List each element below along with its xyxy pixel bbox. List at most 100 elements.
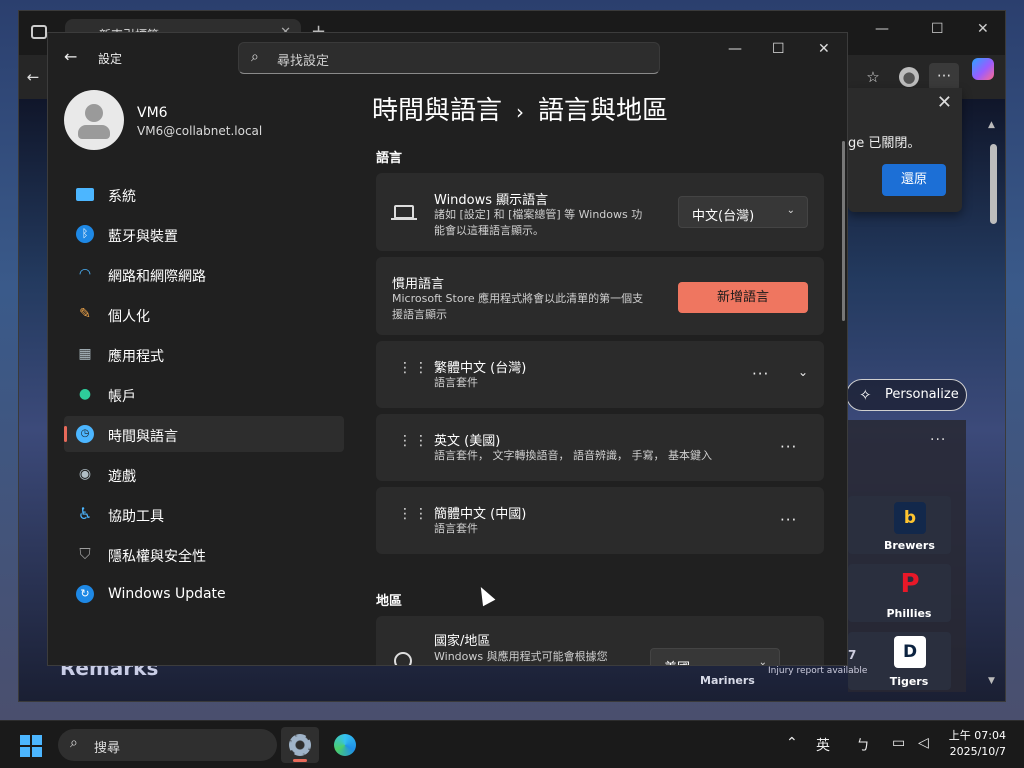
taskbar-settings-app[interactable] [281,727,319,763]
sidebar-item-bluetooth[interactable]: ᛒ 藍牙與裝置 [64,216,344,252]
language-item[interactable]: ⋮⋮ 繁體中文 (台灣) 語言套件 ··· ⌄ [376,341,824,408]
sports-more-icon[interactable]: ··· [930,432,946,448]
drag-handle-icon[interactable]: ⋮⋮ [398,361,428,383]
more-options-icon[interactable]: ··· [929,63,959,91]
preferred-languages-title: 慣用語言 [392,277,445,292]
language-features: 語言套件 [434,376,478,389]
sidebar-toggle-icon[interactable] [31,25,47,39]
tigers-logo-icon: D [894,636,926,668]
display-language-select[interactable]: 中文(台灣) ⌄ [678,196,808,228]
browser-close-icon[interactable]: ✕ [977,21,989,37]
country-region-title: 國家/地區 [434,634,491,649]
page-title: 語言與地區 [538,96,669,126]
language-item[interactable]: ⋮⋮ 簡體中文 (中國) 語言套件 ··· [376,487,824,554]
ime-mode-icon[interactable]: ㄅ [856,735,870,755]
maximize-icon[interactable]: ☐ [772,41,785,57]
sidebar-item-system[interactable]: 系統 [64,176,344,212]
country-region-select[interactable]: 美國 ⌄ [650,648,780,665]
chevron-down-icon: ⌄ [786,205,795,216]
brewers-logo-icon: b [894,502,926,534]
popup-text: ge 已關閉。 [848,136,921,151]
language-features: 語言套件 [434,522,478,535]
system-icon [76,188,94,201]
gear-icon [289,734,311,756]
display-language-card: Windows 顯示語言 諸如 [設定] 和 [檔案總管] 等 Windows … [376,173,824,251]
minimize-icon[interactable]: — [728,41,742,57]
scroll-up-icon[interactable]: ▲ [988,120,995,130]
start-button[interactable] [20,735,42,757]
team-name: Brewers [884,539,935,552]
taskbar-clock[interactable]: 上午 07:04 2025/10/7 [949,728,1006,760]
favorites-icon[interactable]: ☆ [863,67,883,87]
preferred-languages-desc: Microsoft Store 應用程式將會以此清單的第一個支 援語言顯示 [392,292,644,321]
clock-date: 2025/10/7 [949,745,1006,758]
country-region-card: 國家/地區 Windows 與應用程式可能會根據您 美國 ⌄ [376,616,824,665]
browser-minimize-icon[interactable]: — [875,21,889,37]
more-options-icon[interactable]: ··· [780,438,797,456]
network-icon[interactable]: ▭ [892,735,905,751]
clock-time: 上午 07:04 [948,729,1006,742]
edge-icon [334,734,356,756]
sidebar-item-label: 協助工具 [108,509,164,525]
team-name: Tigers [889,675,929,688]
taskbar-search-input[interactable]: ⌕ 搜尋 [58,729,277,761]
sidebar-item-label: 遊戲 [108,469,136,485]
sidebar-item-windows-update[interactable]: ↻ Windows Update [64,576,344,612]
sidebar-item-network[interactable]: ◠ 網路和網際網路 [64,256,344,292]
chevron-down-icon[interactable]: ⌄ [798,365,808,379]
laptop-icon [391,205,417,220]
language-section-heading: 語言 [376,151,403,166]
search-icon: ⌕ [251,49,259,65]
background-injury: Injury report available [768,666,868,676]
restore-popup: ✕ ge 已關閉。 還原 [848,88,962,212]
more-options-icon[interactable]: ··· [752,365,769,383]
avatar[interactable] [64,90,124,150]
profile-name: VM6 [137,105,168,121]
sidebar-item-label: 網路和網際網路 [108,269,206,285]
sidebar-item-label: Windows Update [108,586,226,602]
sidebar-item-time-language[interactable]: ◷ 時間與語言 [64,416,344,452]
settings-search-input[interactable]: ⌕ 尋找設定 [238,42,660,74]
profile-icon[interactable]: ● [899,67,919,87]
sidebar-item-label: 時間與語言 [108,429,178,445]
brush-icon: ✎ [79,306,91,322]
more-options-icon[interactable]: ··· [780,511,797,529]
volume-muted-icon[interactable]: ◁ [918,735,929,751]
bluetooth-icon: ᛒ [76,225,94,243]
drag-handle-icon[interactable]: ⋮⋮ [398,434,428,456]
tray-overflow-icon[interactable]: ⌃ [786,735,798,751]
drag-handle-icon[interactable]: ⋮⋮ [398,507,428,529]
sidebar-item-accessibility[interactable]: ♿ 協助工具 [64,496,344,532]
popup-close-icon[interactable]: ✕ [937,92,952,113]
scroll-thumb[interactable] [990,144,997,224]
breadcrumb-parent[interactable]: 時間與語言 [372,96,502,126]
language-item[interactable]: ⋮⋮ 英文 (美國) 語言套件， 文字轉換語音， 語音辨識， 手寫， 基本鍵入 … [376,414,824,481]
sidebar-item-privacy[interactable]: ⛉ 隱私權與安全性 [64,536,344,572]
restore-button[interactable]: 還原 [882,164,946,196]
add-language-button[interactable]: 新增語言 [678,282,808,313]
close-icon[interactable]: ✕ [818,41,830,57]
team-name: Phillies [886,607,932,620]
sidebar-item-accounts[interactable]: ● 帳戶 [64,376,344,412]
settings-scrollbar[interactable] [842,141,845,321]
page-scrollbar[interactable]: ▲ ▼ [988,92,998,688]
taskbar-edge-app[interactable] [326,727,364,763]
sidebar-item-label: 應用程式 [108,349,164,365]
back-icon[interactable]: ← [23,67,43,87]
scroll-down-icon[interactable]: ▼ [988,676,995,686]
display-language-desc: 諸如 [設定] 和 [檔案總管] 等 Windows 功 能會以這種語言顯示。 [434,208,643,237]
language-features: 語言套件， 文字轉換語音， 語音辨識， 手寫， 基本鍵入 [434,449,712,462]
back-arrow-icon[interactable]: ← [64,47,77,66]
browser-maximize-icon[interactable]: ☐ [931,21,944,37]
copilot-icon[interactable] [972,58,994,80]
sidebar-item-gaming[interactable]: ◉ 遊戲 [64,456,344,492]
language-name: 簡體中文 (中國) [434,507,527,522]
phillies-logo-icon: P [900,569,920,599]
pin-icon: ✧ [859,386,872,404]
breadcrumb-separator: › [516,100,525,124]
personalize-button[interactable]: ✧ Personalize [846,379,967,411]
language-name: 繁體中文 (台灣) [434,361,527,376]
sidebar-item-apps[interactable]: ▦ 應用程式 [64,336,344,372]
sidebar-item-personalization[interactable]: ✎ 個人化 [64,296,344,332]
ime-indicator[interactable]: 英 [816,735,830,755]
